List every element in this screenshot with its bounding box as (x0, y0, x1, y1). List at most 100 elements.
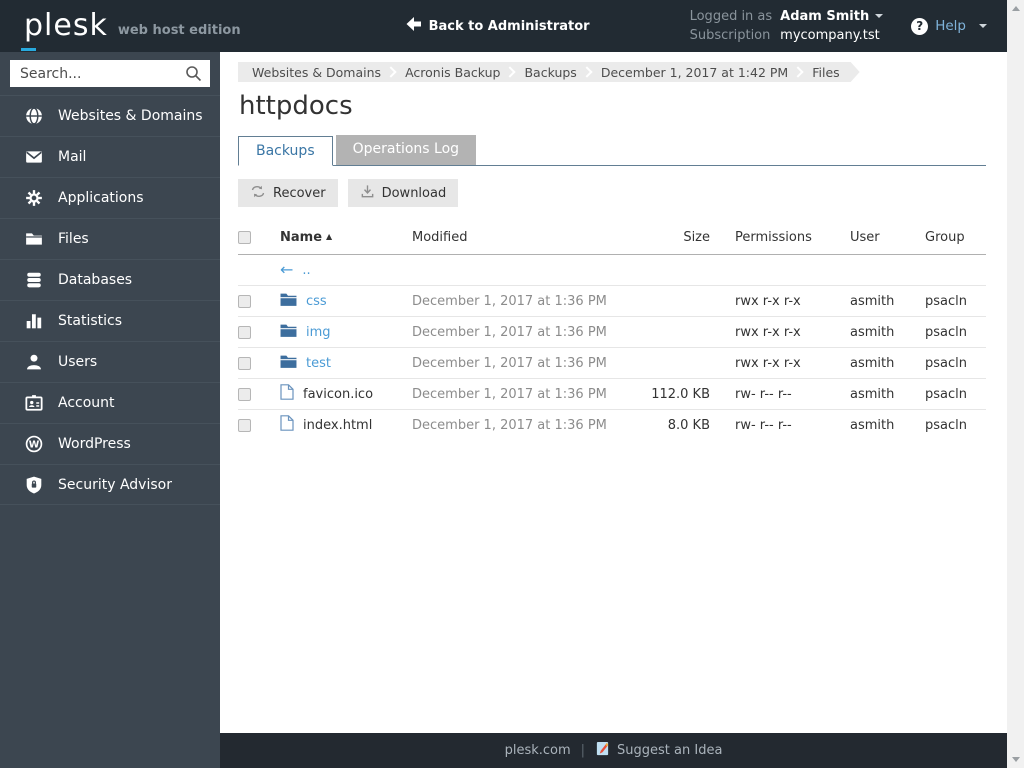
id-card-icon (25, 394, 43, 412)
main-content: Websites & Domains Acronis Backup Backup… (220, 52, 1007, 733)
chevron-right-icon (793, 66, 804, 77)
size-cell (648, 316, 735, 348)
scroll-up-arrow[interactable] (1007, 0, 1024, 17)
footer-separator: | (580, 743, 586, 758)
search-icon[interactable] (185, 65, 202, 86)
column-header-user[interactable]: User (850, 224, 925, 255)
up-arrow-icon[interactable]: ← (280, 262, 293, 278)
bar-chart-icon (25, 312, 43, 330)
tab-backups[interactable]: Backups (238, 136, 333, 166)
sidebar-item-users[interactable]: Users (0, 341, 220, 382)
plesk-com-link[interactable]: plesk.com (505, 743, 571, 758)
folder-blue-icon (280, 292, 297, 311)
folder-link[interactable]: test (306, 356, 331, 371)
sidebar-item-files[interactable]: Files (0, 218, 220, 259)
tab-operations-log[interactable]: Operations Log (335, 135, 477, 165)
user-cell: asmith (850, 285, 925, 317)
plesk-logo-text: plesk (24, 8, 108, 43)
chevron-right-icon (385, 66, 396, 77)
sidebar-item-label: Mail (58, 149, 87, 165)
file-icon (280, 415, 294, 435)
select-all-checkbox[interactable] (238, 231, 251, 244)
download-icon (360, 184, 375, 203)
sort-asc-icon: ▲ (326, 232, 333, 241)
group-cell: psacln (925, 285, 986, 317)
sidebar-item-label: Databases (58, 272, 133, 288)
row-checkbox[interactable] (238, 387, 251, 401)
sidebar-item-wordpress[interactable]: W WordPress (0, 423, 220, 464)
row-checkbox[interactable] (238, 356, 251, 370)
sidebar-item-databases[interactable]: Databases (0, 259, 220, 300)
sidebar-menu: Websites & Domains Mail Applications Fil… (0, 95, 220, 505)
sidebar: Websites & Domains Mail Applications Fil… (0, 52, 220, 768)
sidebar-item-label: Users (58, 354, 98, 370)
folder-link[interactable]: img (306, 325, 331, 340)
top-header-bar: plesk web host edition Back to Administr… (0, 0, 1007, 52)
table-row: favicon.ico December 1, 2017 at 1:36 PM … (238, 378, 986, 410)
vertical-scrollbar[interactable] (1007, 0, 1024, 768)
recover-icon (250, 184, 266, 203)
column-header-name[interactable]: Name ▲ (280, 224, 412, 255)
file-table: Name ▲ Modified Size Permissions User Gro… (238, 224, 986, 441)
chevron-right-icon (505, 66, 516, 77)
up-directory-row: ← .. (238, 254, 986, 286)
user-cell: asmith (850, 378, 925, 410)
search-box (10, 60, 210, 87)
help-menu[interactable]: ? Help (911, 17, 987, 35)
back-arrow-icon (406, 17, 421, 35)
subscription-label: Subscription (689, 27, 771, 43)
column-header-permissions[interactable]: Permissions (735, 224, 850, 255)
folder-link[interactable]: css (306, 294, 327, 309)
breadcrumb-item-current: Files (812, 64, 840, 80)
chevron-down-icon (979, 24, 987, 28)
suggest-idea-link[interactable]: Suggest an Idea (595, 741, 722, 760)
scroll-down-arrow[interactable] (1007, 751, 1024, 768)
user-cell: asmith (850, 417, 895, 433)
sidebar-item-websites-domains[interactable]: Websites & Domains (0, 95, 220, 136)
column-header-modified[interactable]: Modified (412, 224, 648, 255)
recover-button[interactable]: Recover (238, 179, 338, 207)
permissions-cell: rw- r-- r-- (735, 378, 850, 410)
sidebar-item-security-advisor[interactable]: Security Advisor (0, 464, 220, 505)
size-cell (648, 285, 735, 317)
group-cell: psacln (925, 378, 986, 410)
folder-icon (25, 230, 43, 248)
subscription-value: mycompany.tst (780, 27, 880, 43)
breadcrumb-item[interactable]: December 1, 2017 at 1:42 PM (597, 65, 792, 80)
user-icon (25, 353, 43, 371)
row-checkbox[interactable] (238, 294, 251, 308)
back-to-administrator-link[interactable]: Back to Administrator (406, 17, 590, 35)
table-row: img December 1, 2017 at 1:36 PM rwx r-x … (238, 316, 986, 348)
sidebar-item-mail[interactable]: Mail (0, 136, 220, 177)
column-header-size[interactable]: Size (648, 224, 735, 255)
table-header-row: Name ▲ Modified Size Permissions User Gro… (238, 224, 986, 255)
breadcrumb-item[interactable]: Acronis Backup (401, 65, 504, 80)
footer-bar: plesk.com | Suggest an Idea (220, 733, 1007, 768)
row-checkbox[interactable] (238, 418, 251, 432)
plesk-logo[interactable]: plesk web host edition (21, 8, 241, 51)
database-icon (25, 271, 43, 289)
table-row: test December 1, 2017 at 1:36 PM rwx r-x… (238, 347, 986, 379)
file-name[interactable]: index.html (303, 418, 372, 433)
sidebar-item-statistics[interactable]: Statistics (0, 300, 220, 341)
sidebar-item-label: Applications (58, 190, 144, 206)
modified-cell: December 1, 2017 at 1:36 PM (412, 316, 648, 348)
modified-cell: December 1, 2017 at 1:36 PM (412, 285, 648, 317)
row-checkbox[interactable] (238, 325, 251, 339)
sidebar-item-applications[interactable]: Applications (0, 177, 220, 218)
mail-icon (25, 148, 43, 166)
column-header-group[interactable]: Group (925, 224, 986, 255)
up-directory-link[interactable]: .. (302, 263, 310, 278)
sidebar-item-account[interactable]: Account (0, 382, 220, 423)
breadcrumb-item[interactable]: Backups (520, 65, 580, 80)
search-input[interactable] (10, 60, 210, 87)
size-cell: 112.0 KB (648, 378, 735, 410)
size-cell: 8.0 KB (667, 417, 710, 433)
breadcrumb-item[interactable]: Websites & Domains (248, 65, 385, 80)
download-button[interactable]: Download (347, 179, 459, 207)
plesk-logo-accent (21, 48, 36, 51)
user-menu[interactable]: Adam Smith (780, 8, 884, 26)
file-name[interactable]: favicon.ico (303, 387, 373, 402)
select-all-column (238, 224, 280, 255)
chevron-down-icon (875, 14, 884, 18)
